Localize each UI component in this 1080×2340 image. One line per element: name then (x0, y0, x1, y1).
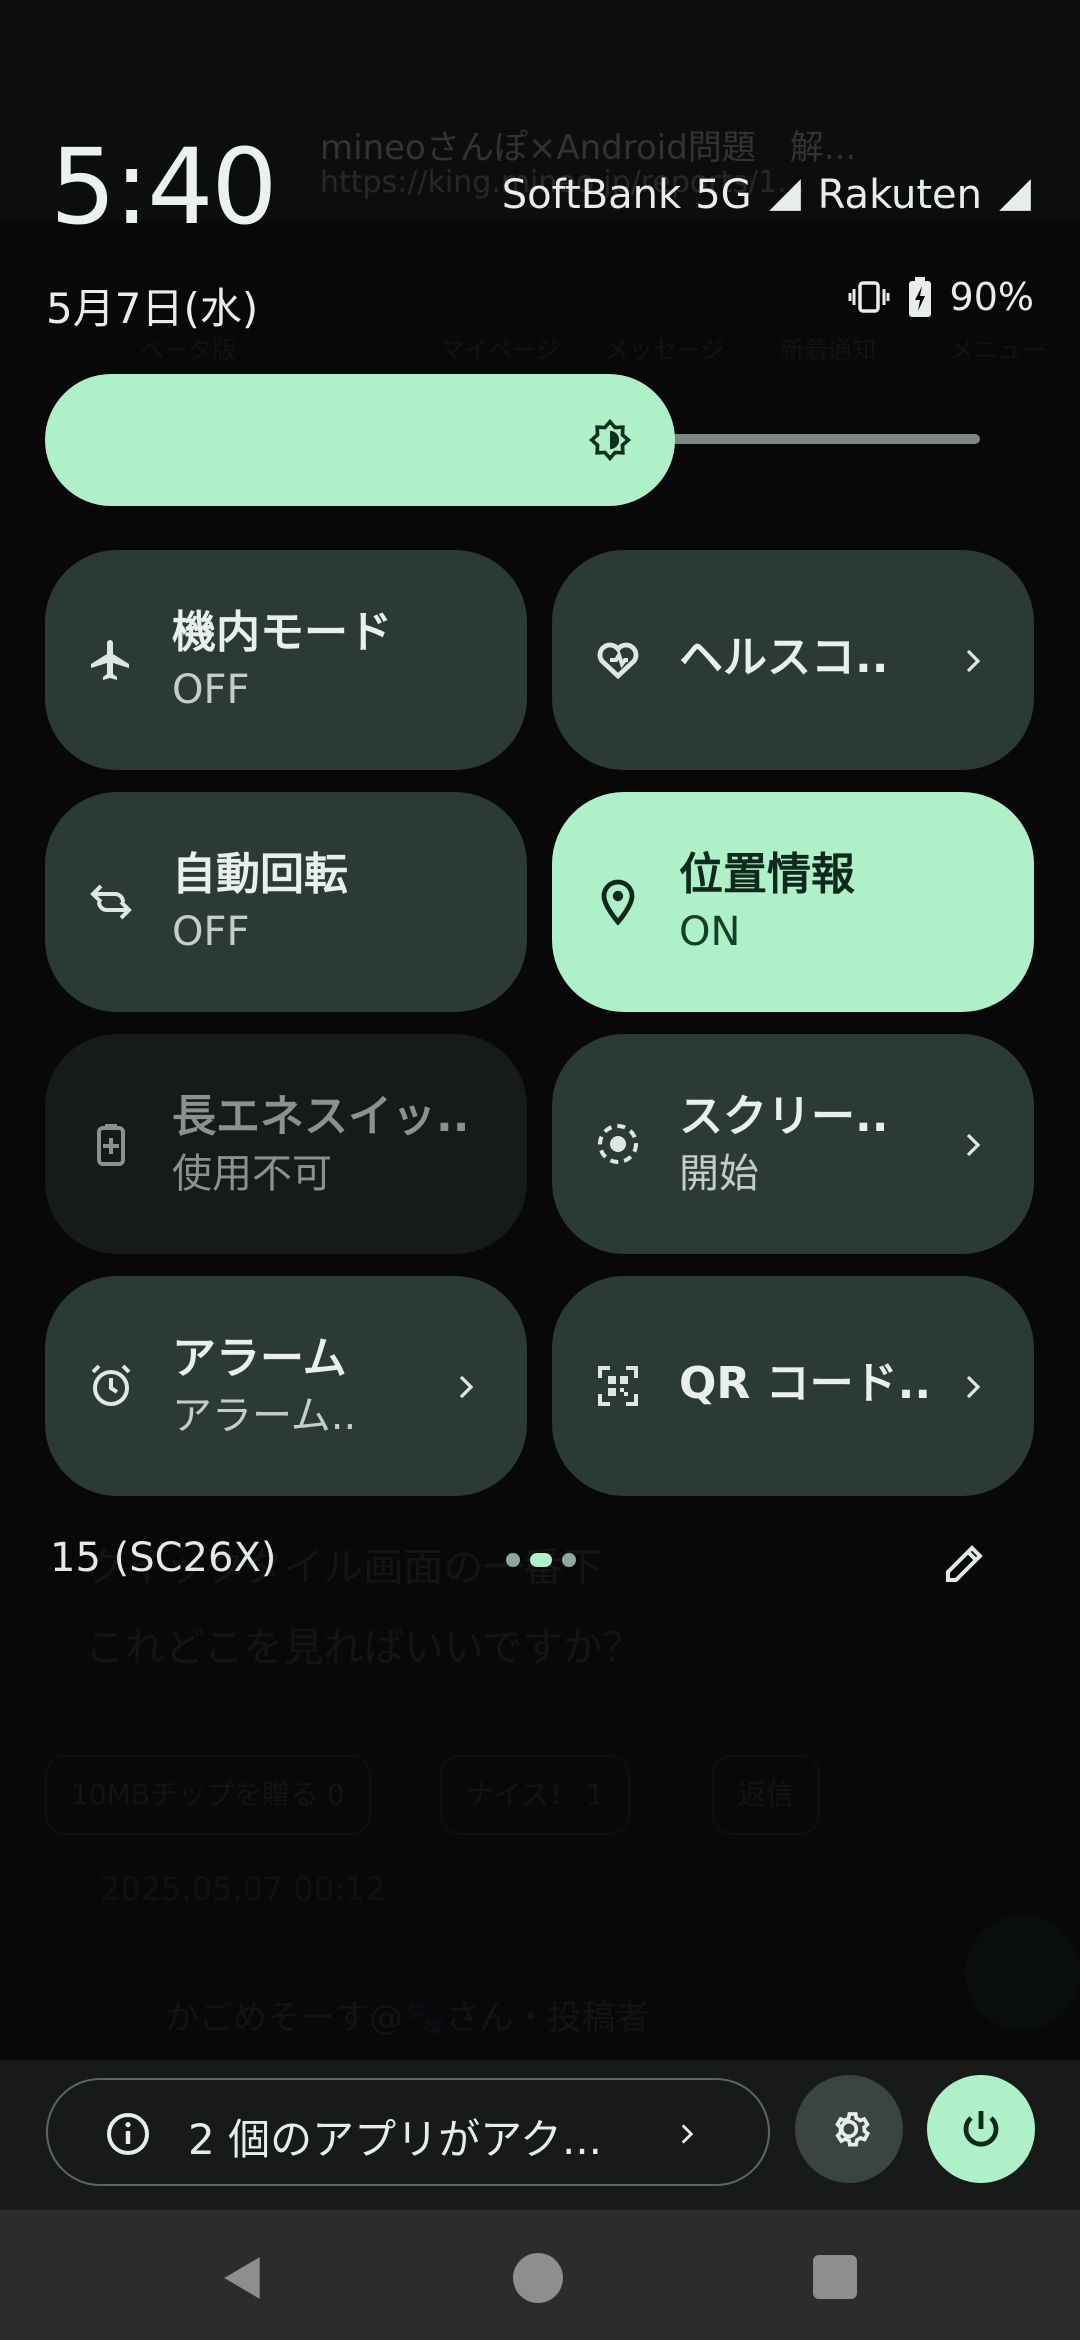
page-dot (562, 1553, 576, 1567)
carrier-1-label: SoftBank (501, 172, 682, 218)
airplane-icon (91, 640, 129, 680)
carrier-2-label: Rakuten (817, 172, 982, 218)
tile-battery-saver: 長エネスイッ.. 使用不可 (45, 1034, 527, 1254)
tile-state: OFF (172, 667, 250, 713)
settings-button[interactable] (795, 2075, 903, 2183)
power-menu-button[interactable] (927, 2075, 1035, 2183)
power-icon (963, 2111, 999, 2147)
page-dot-current (530, 1553, 552, 1567)
tile-title: ヘルスコ.. (679, 632, 889, 683)
chevron-right-icon (966, 1375, 981, 1399)
tile-state: アラーム.. (172, 1393, 357, 1439)
tile-screen-record[interactable]: スクリー.. 開始 (552, 1034, 1034, 1254)
brightness-slider[interactable] (45, 374, 675, 506)
tile-state: ON (679, 909, 741, 955)
brightness-icon (588, 418, 632, 462)
recent-apps-button[interactable] (813, 2255, 857, 2299)
battery-saver-icon (97, 1124, 125, 1166)
location-pin-icon (601, 879, 635, 926)
tile-title: 長エネスイッ.. (172, 1091, 470, 1142)
tile-airplane-mode[interactable]: 機内モード OFF (45, 550, 527, 770)
tile-title: 自動回転 (172, 849, 348, 900)
vibrate-icon (848, 281, 890, 313)
tile-location[interactable]: 位置情報 ON (552, 792, 1034, 1012)
tile-state: 開始 (679, 1151, 759, 1197)
auto-rotate-icon (90, 884, 132, 920)
alarm-clock-icon (91, 1364, 131, 1406)
qr-code-icon (598, 1366, 638, 1406)
gear-icon (835, 2112, 871, 2147)
background-page-title: mineoさんぽ×Android問題 解... (320, 128, 857, 168)
date[interactable]: 5月7日(水) (46, 275, 258, 336)
health-connect-icon (597, 642, 639, 680)
tile-qr-code[interactable]: QR コード.. (552, 1276, 1034, 1496)
tile-title: 位置情報 (679, 849, 855, 900)
battery-status: 90% (848, 275, 1034, 319)
chevron-right-icon (459, 1375, 474, 1399)
tile-health-connect[interactable]: ヘルスコ.. (552, 550, 1034, 770)
tile-state: OFF (172, 909, 250, 955)
build-number-label[interactable]: 15 (SC26X) (50, 1535, 276, 1581)
tile-title: スクリー.. (679, 1091, 889, 1142)
page-dot (506, 1553, 520, 1567)
signal-strength-icon (768, 179, 801, 211)
tile-title: アラーム (172, 1333, 347, 1384)
active-apps-label: 2 個のアプリがアク... (188, 2115, 603, 2164)
screen-record-icon (598, 1124, 638, 1164)
page-indicator (506, 1553, 576, 1567)
tile-title: 機内モード (172, 607, 392, 658)
chevron-right-icon (966, 649, 981, 673)
chevron-right-icon (681, 2124, 694, 2144)
home-button[interactable] (513, 2253, 563, 2303)
info-icon (107, 2113, 149, 2155)
tile-state: 使用不可 (172, 1151, 332, 1197)
edit-pencil-icon[interactable] (940, 1540, 988, 1588)
battery-charging-icon (908, 277, 931, 317)
network-type-label: 5G (695, 172, 752, 218)
clock[interactable]: 5:40 (50, 135, 278, 239)
brightness-slider-track[interactable] (640, 434, 980, 444)
back-icon[interactable] (218, 2253, 268, 2303)
tile-auto-rotate[interactable]: 自動回転 OFF (45, 792, 527, 1012)
chevron-right-icon (966, 1133, 981, 1157)
active-apps-button[interactable]: 2 個のアプリがアク... (46, 2078, 770, 2186)
battery-percent: 90% (949, 275, 1034, 319)
tile-title: QR コード.. (679, 1358, 932, 1409)
signal-strength-icon (999, 179, 1031, 211)
carrier-status: SoftBank 5G Rakuten (502, 172, 1034, 218)
tile-alarm[interactable]: アラームアラーム.. (45, 1276, 527, 1496)
